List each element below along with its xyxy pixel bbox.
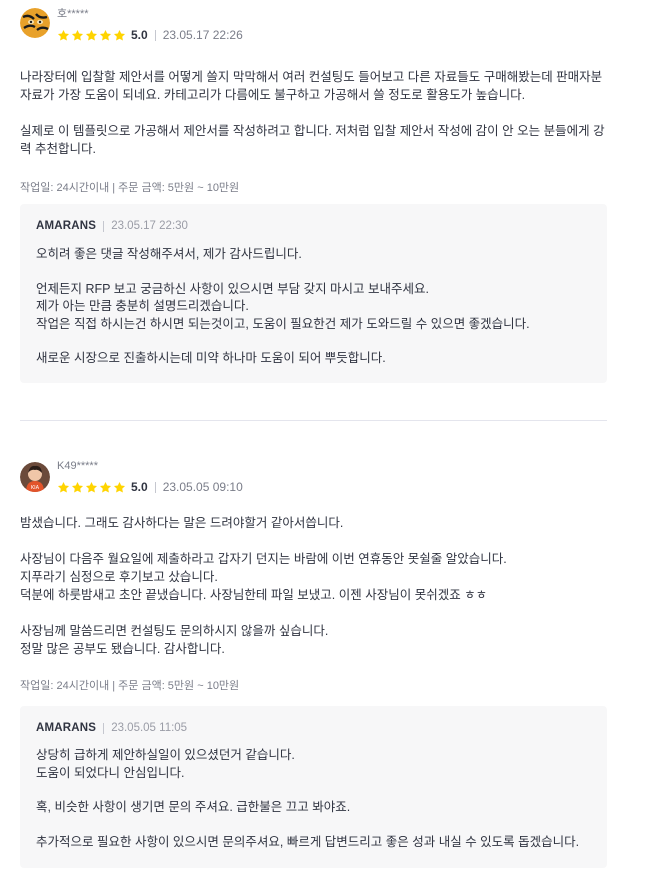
seller-reply: AMARANS 23.05.05 11:05 상당히 급하게 제안하실일이 있으… [20, 706, 607, 868]
review-paragraph: 사장님이 다음주 월요일에 제출하라고 갑자기 던지는 바람에 이번 연휴동안 … [20, 552, 507, 602]
reviewer-name: K49***** [57, 460, 98, 472]
avatar[interactable]: KIA [20, 462, 50, 492]
reply-date: 23.05.17 22:30 [111, 220, 188, 232]
review-paragraph: 실제로 이 템플릿으로 가공해서 제안서를 작성하려고 합니다. 저처럼 입찰 … [20, 124, 605, 156]
avatar[interactable] [20, 8, 50, 38]
star-rating [57, 29, 126, 42]
seller-name: AMARANS [36, 220, 97, 232]
rating-row: 5.0 23.05.17 22:26 [57, 27, 243, 43]
star-icon [85, 29, 98, 41]
rating-row: 5.0 23.05.05 09:10 [57, 479, 243, 495]
reply-header: AMARANS 23.05.05 11:05 [36, 720, 591, 736]
divider [154, 29, 156, 41]
seller-reply: AMARANS 23.05.17 22:30 오히려 좋은 댓글 작성해주셔서,… [20, 204, 607, 383]
reply-header: AMARANS 23.05.17 22:30 [36, 218, 591, 234]
star-icon [71, 481, 84, 493]
reply-body: 오히려 좋은 댓글 작성해주셔서, 제가 감사드립니다. 언제든지 RFP 보고… [36, 246, 591, 368]
svg-text:KIA: KIA [31, 485, 40, 491]
review-date: 23.05.05 09:10 [162, 480, 243, 494]
divider [154, 481, 156, 493]
star-icon [113, 481, 126, 493]
rating-score: 5.0 [131, 28, 148, 42]
star-icon [85, 481, 98, 493]
review-date: 23.05.17 22:26 [162, 28, 243, 42]
review-item: 호***** 5.0 23.05.17 22:26 나라장터에 입찰할 제안서를… [20, 8, 607, 195]
star-icon [113, 29, 126, 41]
reply-paragraph: 새로운 시장으로 진출하시는데 미약 하나마 도움이 되어 뿌듯합니다. [36, 351, 386, 365]
reply-body: 상당히 급하게 제안하실일이 있으셨던거 같습니다. 도움이 되었다니 안심입니… [36, 747, 591, 851]
star-rating [57, 481, 126, 494]
reply-paragraph: 혹, 비슷한 사항이 생기면 문의 주셔요. 급한불은 끄고 봐야죠. [36, 800, 351, 814]
review-paragraph: 밤샜습니다. 그래도 감사하다는 말은 드려야할거 같아서씁니다. [20, 516, 344, 530]
reviewer-name: 호***** [57, 8, 89, 20]
rating-score: 5.0 [131, 480, 148, 494]
reply-paragraph: 상당히 급하게 제안하실일이 있으셨던거 같습니다. 도움이 되었다니 안심입니… [36, 748, 295, 780]
star-icon [99, 29, 112, 41]
star-icon [99, 481, 112, 493]
star-icon [71, 29, 84, 41]
star-icon [57, 481, 70, 493]
work-info: 작업일: 24시간이내 | 주문 금액: 5만원 ~ 10만원 [20, 182, 240, 194]
work-info: 작업일: 24시간이내 | 주문 금액: 5만원 ~ 10만원 [20, 680, 240, 692]
reply-date: 23.05.05 11:05 [111, 722, 188, 734]
review-body: 나라장터에 입찰할 제안서를 어떻게 쓸지 막막해서 여러 컨설팅도 들어보고 … [20, 68, 607, 158]
reply-paragraph: 언제든지 RFP 보고 궁금하신 사항이 있으시면 부담 갖지 마시고 보내주세… [36, 281, 530, 331]
reply-paragraph: 오히려 좋은 댓글 작성해주셔서, 제가 감사드립니다. [36, 247, 302, 261]
divider [103, 220, 105, 232]
review-paragraph: 사장님께 말씀드리면 컨설팅도 문의하시지 않을까 싶습니다. 정말 많은 공부… [20, 624, 329, 656]
seller-name: AMARANS [36, 722, 97, 734]
star-icon [57, 29, 70, 41]
review-divider [20, 420, 607, 421]
reply-paragraph: 추가적으로 필요한 사항이 있으시면 문의주셔요, 빠르게 답변드리고 좋은 성… [36, 834, 580, 849]
review-item: KIA K49***** 5.0 23.05.05 09:10 밤샜습니다. 그… [20, 459, 607, 693]
review-body: 밤샜습니다. 그래도 감사하다는 말은 드려야할거 같아서씁니다. 사장님이 다… [20, 514, 607, 658]
review-paragraph: 나라장터에 입찰할 제안서를 어떻게 쓸지 막막해서 여러 컨설팅도 들어보고 … [20, 70, 606, 102]
divider [103, 722, 105, 734]
